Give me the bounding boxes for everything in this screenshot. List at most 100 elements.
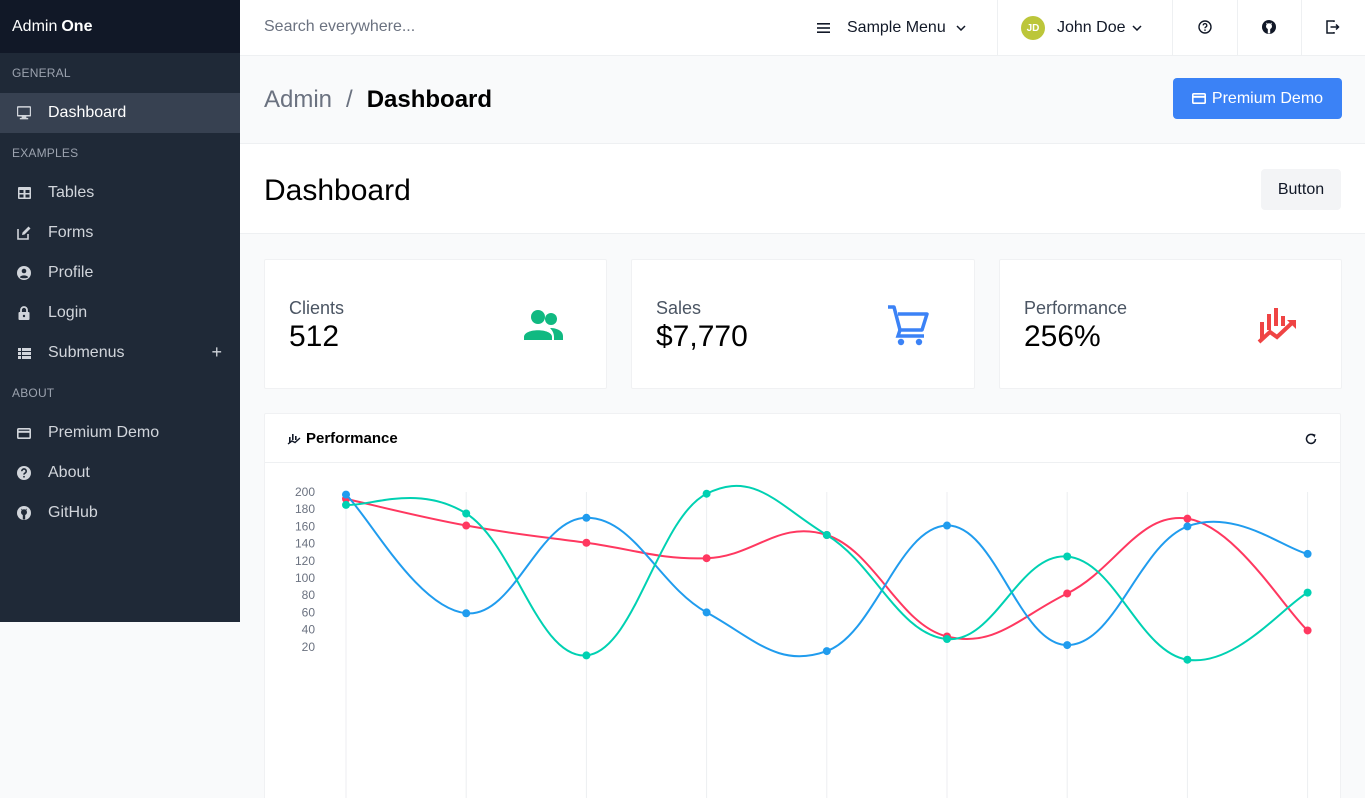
navbar-divider	[1237, 0, 1238, 56]
sidebar-item-about[interactable]: About	[0, 453, 240, 493]
search-input[interactable]	[264, 18, 564, 36]
sidebar-item-dashboard[interactable]: Dashboard	[0, 93, 240, 133]
premium-demo-button[interactable]: Premium Demo	[1173, 78, 1342, 119]
data-point[interactable]	[462, 609, 471, 618]
sample-menu-dropdown[interactable]: Sample Menu	[817, 0, 966, 56]
view-list-icon	[17, 346, 31, 360]
data-point[interactable]	[582, 538, 591, 547]
lock-icon	[17, 306, 31, 320]
data-point[interactable]	[1183, 522, 1192, 531]
sidebar-item-tables[interactable]: Tables	[0, 173, 240, 213]
breadcrumb-current: Dashboard	[366, 86, 493, 113]
finance-icon	[287, 431, 301, 445]
card-value: 512	[289, 320, 340, 353]
data-point[interactable]	[702, 554, 711, 563]
data-point[interactable]	[462, 509, 471, 518]
sidebar-item-premium-demo[interactable]: Premium Demo	[0, 413, 240, 453]
user-name: John Doe	[1057, 19, 1126, 36]
breadcrumb-separator: /	[346, 86, 353, 113]
breadcrumb: Admin / Dashboard	[264, 86, 492, 114]
sidebar-item-label: Premium Demo	[48, 424, 160, 441]
user-menu-dropdown[interactable]: JD John Doe	[1021, 0, 1142, 56]
data-point[interactable]	[1303, 588, 1312, 597]
help-circle-icon	[17, 466, 31, 480]
data-point[interactable]	[943, 635, 951, 644]
card-value: $7,770	[656, 320, 748, 353]
card-label: Clients	[289, 298, 345, 318]
brand-logo[interactable]: Admin One	[0, 0, 240, 53]
breadcrumb-root[interactable]: Admin	[264, 86, 332, 113]
chart-panel-header: Performance	[265, 414, 1340, 463]
card-label: Sales	[656, 298, 702, 318]
sidebar-item-profile[interactable]: Profile	[0, 253, 240, 293]
title-bar: Admin / Dashboard Premium Demo	[240, 56, 1365, 144]
sidebar-item-submenus[interactable]: Submenus +	[0, 333, 240, 373]
brand-name-bold: One	[61, 17, 93, 35]
cart-outline-icon	[886, 304, 930, 348]
data-point[interactable]	[582, 651, 591, 660]
monitor-icon	[17, 106, 31, 120]
card-value: 256%	[1024, 320, 1101, 353]
data-point[interactable]	[702, 608, 711, 617]
data-point[interactable]	[342, 490, 350, 499]
data-point[interactable]	[822, 531, 831, 539]
sidebar-item-forms[interactable]: Forms	[0, 213, 240, 253]
navbar-divider	[1301, 0, 1302, 56]
menu-label-about: ABOUT	[12, 386, 55, 400]
chevron-down-icon	[1131, 25, 1142, 31]
top-navbar: Sample Menu JD John Doe	[240, 0, 1365, 56]
data-point[interactable]	[582, 513, 591, 522]
data-point[interactable]	[822, 647, 831, 656]
help-circle-outline-icon[interactable]	[1198, 20, 1214, 36]
y-tick-label: 200	[295, 485, 315, 499]
refresh-icon[interactable]	[1304, 432, 1318, 446]
account-multiple-icon	[521, 304, 565, 348]
premium-demo-label: Premium Demo	[1211, 89, 1324, 107]
y-tick-label: 80	[302, 588, 316, 602]
data-point[interactable]	[1063, 552, 1072, 561]
navbar-divider	[997, 0, 998, 56]
menu-label-general: GENERAL	[12, 66, 71, 80]
y-tick-label: 180	[295, 502, 315, 516]
sidebar-item-github[interactable]: GitHub	[0, 493, 240, 533]
data-point[interactable]	[1303, 626, 1312, 635]
performance-line-chart: 200 180 160 140 120 100 80 60 40 20	[295, 484, 1312, 798]
plus-icon[interactable]: +	[211, 343, 222, 361]
sidebar-item-label: Submenus	[48, 344, 125, 361]
data-point[interactable]	[1303, 549, 1312, 558]
data-point[interactable]	[1183, 655, 1192, 664]
y-tick-label: 60	[302, 605, 316, 619]
logout-icon[interactable]	[1326, 20, 1342, 36]
avatar: JD	[1021, 16, 1045, 40]
credit-card-icon	[1191, 93, 1206, 104]
chart-panel-title: Performance	[306, 429, 398, 447]
y-tick-label: 120	[295, 554, 315, 568]
table-icon	[17, 186, 31, 200]
y-tick-label: 40	[302, 623, 316, 637]
data-point[interactable]	[462, 521, 471, 530]
card-performance: Performance 256%	[999, 259, 1342, 389]
card-sales: Sales $7,770	[631, 259, 975, 389]
credit-card-icon	[17, 426, 31, 440]
sample-menu-label: Sample Menu	[847, 19, 946, 36]
sidebar-item-label: Dashboard	[48, 104, 127, 121]
sidebar-item-login[interactable]: Login	[0, 293, 240, 333]
sidebar-item-label: GitHub	[48, 504, 98, 521]
chevron-down-icon	[956, 25, 966, 31]
data-point[interactable]	[1063, 589, 1072, 598]
data-point[interactable]	[1063, 641, 1072, 650]
square-edit-icon	[17, 226, 31, 240]
data-point[interactable]	[702, 489, 711, 498]
github-icon[interactable]	[1262, 20, 1278, 36]
data-point[interactable]	[943, 521, 951, 530]
sidebar-item-label: Login	[48, 304, 88, 321]
sidebar-item-label: Profile	[48, 264, 94, 281]
y-tick-label: 140	[295, 537, 315, 551]
data-point[interactable]	[342, 500, 350, 509]
performance-chart-panel: Performance 200 180 160 140 120 100 80 60 40 20	[264, 413, 1341, 798]
data-point[interactable]	[1183, 514, 1192, 523]
account-circle-icon	[17, 266, 31, 280]
hero-button[interactable]: Button	[1261, 169, 1341, 210]
menu-label-examples: EXAMPLES	[12, 146, 79, 160]
github-icon	[17, 506, 31, 520]
